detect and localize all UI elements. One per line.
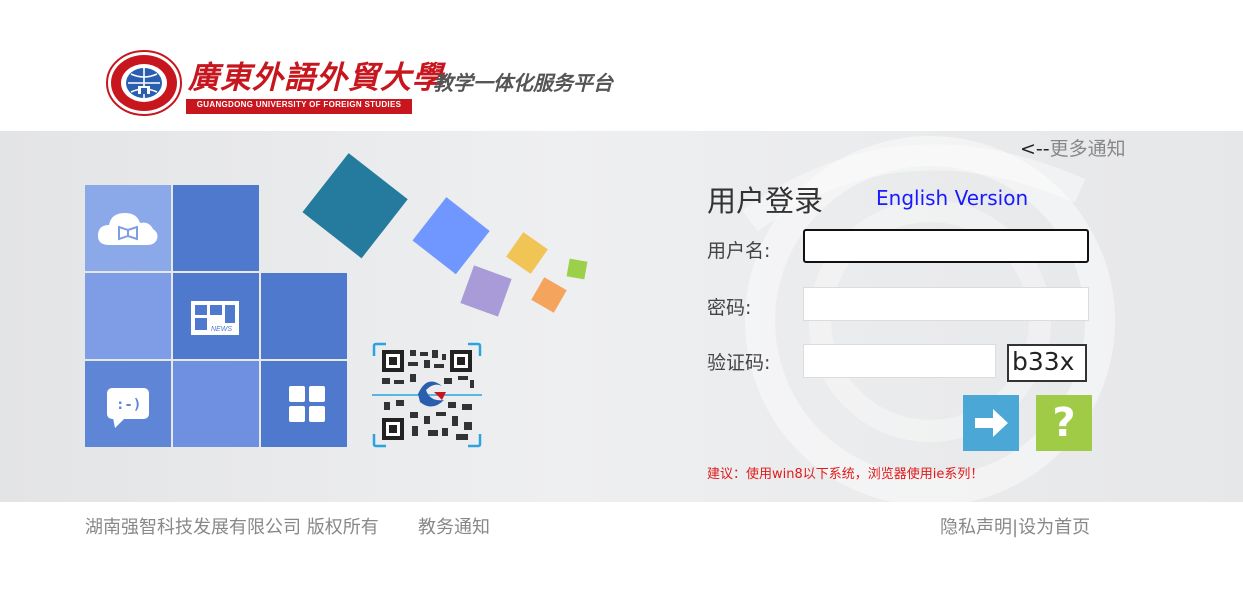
- captcha-image[interactable]: b33x: [1007, 344, 1087, 382]
- english-version-link[interactable]: English Version: [876, 186, 1028, 210]
- help-button[interactable]: ?: [1036, 395, 1092, 451]
- more-notice-link[interactable]: <--更多通知: [1020, 134, 1126, 161]
- more-notice-arrow: <--: [1020, 138, 1050, 160]
- chat-icon: :-): [107, 388, 149, 428]
- decorative-squares: [302, 153, 588, 317]
- password-input[interactable]: [803, 287, 1089, 321]
- username-label: 用户名:: [707, 240, 771, 262]
- footer-academic-notice-link[interactable]: 教务通知: [418, 513, 490, 539]
- news-icon: NEWS: [191, 301, 239, 335]
- apps-grid-icon: [289, 386, 325, 422]
- privacy-statement-link[interactable]: 隐私声明: [940, 517, 1012, 538]
- question-icon: ?: [1052, 400, 1076, 446]
- cloud-book-icon: [97, 213, 158, 245]
- login-submit-button[interactable]: [963, 395, 1019, 451]
- arrow-right-icon: [975, 409, 1008, 437]
- more-notice-label: 更多通知: [1049, 138, 1126, 160]
- university-name-en: GUANGDONG UNIVERSITY OF FOREIGN STUDIES: [196, 100, 402, 109]
- password-label: 密码:: [707, 297, 752, 319]
- news-icon-text: NEWS: [211, 326, 232, 333]
- university-seal-logo: [106, 50, 182, 116]
- chat-icon-text: :-): [116, 397, 141, 413]
- tile-light-1[interactable]: [85, 273, 171, 359]
- username-input[interactable]: [803, 229, 1089, 263]
- tile-chat[interactable]: :-): [85, 361, 171, 447]
- header: 廣東外語外貿大學 GUANGDONG UNIVERSITY OF FOREIGN…: [0, 0, 1243, 131]
- login-title: 用户登录: [707, 184, 824, 218]
- tile-light-2[interactable]: [173, 361, 259, 447]
- qr-code-image: [372, 342, 482, 448]
- platform-title: 教学一体化服务平台: [433, 71, 613, 95]
- set-homepage-link[interactable]: 设为首页: [1018, 517, 1090, 538]
- captcha-label: 验证码:: [707, 352, 771, 374]
- tile-news[interactable]: NEWS: [173, 273, 259, 359]
- tile-apps[interactable]: [261, 361, 347, 447]
- captcha-input[interactable]: [803, 344, 996, 378]
- tile-blue-1[interactable]: [173, 185, 259, 271]
- footer-copyright: 湖南强智科技发展有限公司 版权所有: [85, 517, 379, 538]
- tile-cloud-library[interactable]: [85, 185, 171, 271]
- university-name-cn: 廣東外語外貿大學: [188, 60, 444, 96]
- footer-right-links: 隐私声明|设为首页: [940, 513, 1090, 539]
- browser-suggestion: 建议：使用win8以下系统，浏览器使用ie系列！: [707, 467, 984, 482]
